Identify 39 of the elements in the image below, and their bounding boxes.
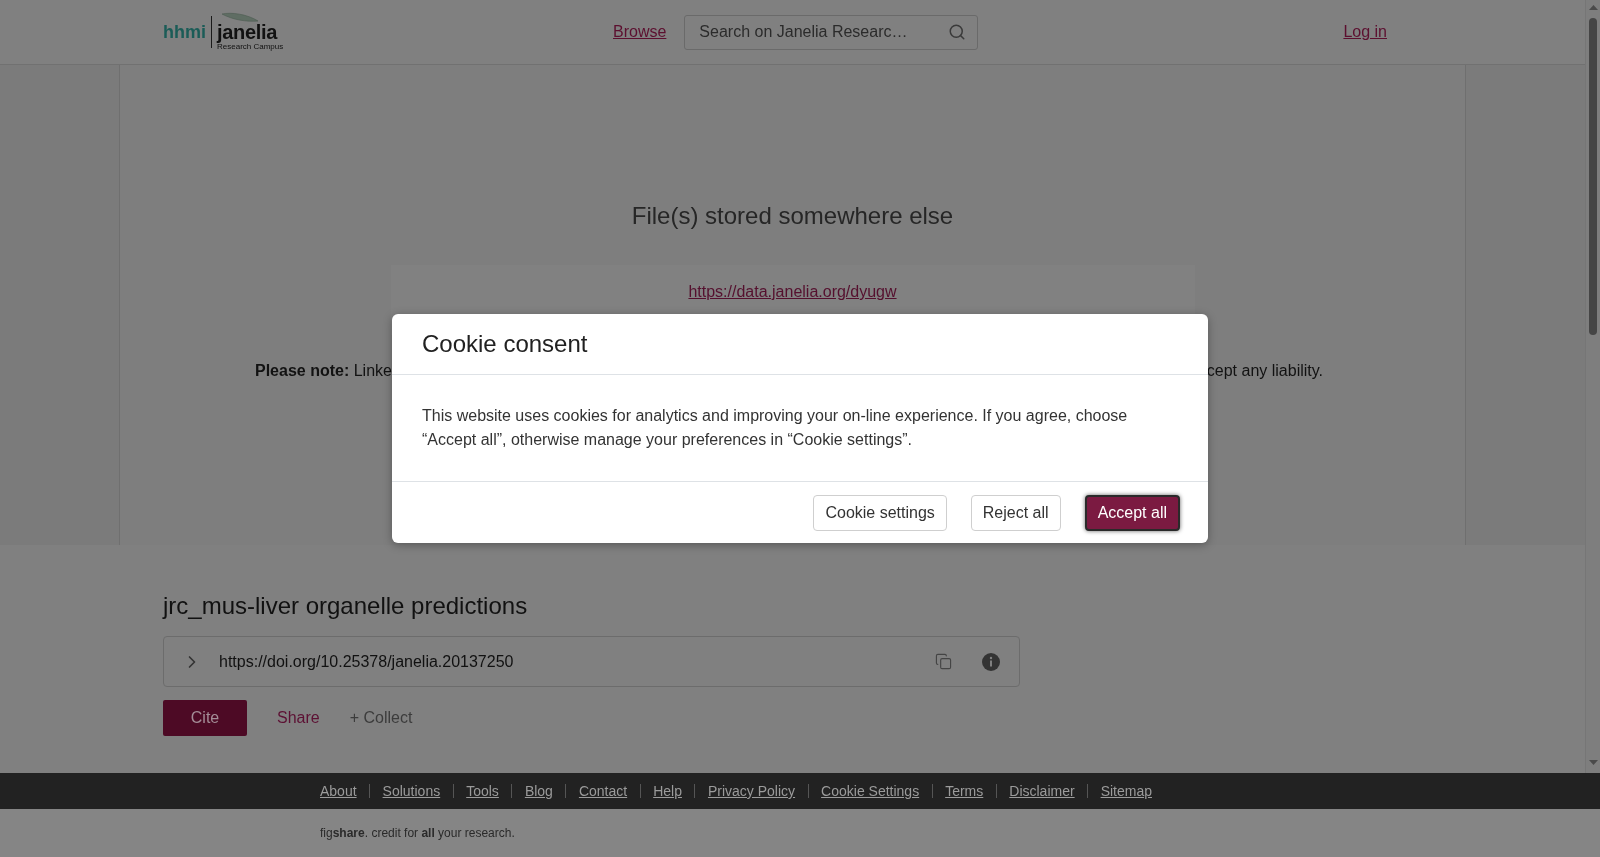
dialog-title: Cookie consent	[422, 330, 588, 358]
info-icon[interactable]	[982, 652, 1000, 671]
logo-tagline: Research Campus	[217, 42, 284, 52]
dialog-button[interactable]: Cookie settings	[813, 494, 947, 531]
dialog-button[interactable]: Reject all	[970, 494, 1061, 531]
footer-link[interactable]: About	[320, 783, 370, 799]
footer-link[interactable]: Blog	[512, 783, 566, 799]
logo-text: janelia	[217, 23, 278, 41]
external-link[interactable]: https://data.janelia.org/dyugw	[688, 282, 897, 302]
footer-link[interactable]: Help	[640, 783, 695, 799]
accept-button[interactable]: Accept all	[1084, 494, 1180, 531]
logo-text: hhmi	[163, 22, 206, 42]
note-text: cept any liability.	[1206, 362, 1323, 380]
viewer-title: File(s) stored somewhere else	[631, 202, 954, 230]
copy-icon[interactable]	[935, 653, 952, 670]
scrollbar-thumb[interactable]	[1589, 18, 1597, 335]
search-field[interactable]: Search on Janelia Researc…	[684, 14, 979, 50]
leaf-icon	[221, 12, 259, 23]
footer-link[interactable]: Disclaimer	[996, 783, 1088, 799]
footer-link[interactable]: Tools	[453, 783, 512, 799]
note-text: Please note: Linke	[255, 362, 392, 380]
scroll-up-arrow-icon[interactable]	[1588, 5, 1598, 10]
tagline-text: figshare. credit for all your research.	[320, 825, 515, 841]
doi-text: https://doi.org/10.25378/janelia.20137250	[219, 651, 514, 672]
cite-button[interactable]: Cite	[163, 700, 247, 736]
footer-link[interactable]: Terms	[932, 783, 996, 799]
footer-link[interactable]: Privacy Policy	[695, 783, 808, 799]
login-link[interactable]: Log in	[1343, 20, 1387, 44]
search-icon[interactable]	[948, 22, 967, 41]
footer-link[interactable]: Solutions	[370, 783, 453, 799]
dialog-message: This website uses cookies for analytics and improving your on-line experience. If you agree, choose “Accept all”, otherwise manage your preferences in “Cookie settings”.	[422, 406, 1129, 450]
share-button[interactable]: Share	[277, 708, 320, 728]
footer-link[interactable]: Cookie Settings	[808, 783, 932, 799]
footer-link[interactable]: Sitemap	[1088, 783, 1165, 799]
browse-link[interactable]: Browse	[613, 20, 667, 44]
scroll-down-arrow-icon[interactable]	[1588, 760, 1598, 765]
item-title: jrc_mus-liver organelle predictions	[163, 592, 528, 620]
footer-link[interactable]: Contact	[566, 783, 640, 799]
scrollbar[interactable]	[1585, 0, 1600, 773]
